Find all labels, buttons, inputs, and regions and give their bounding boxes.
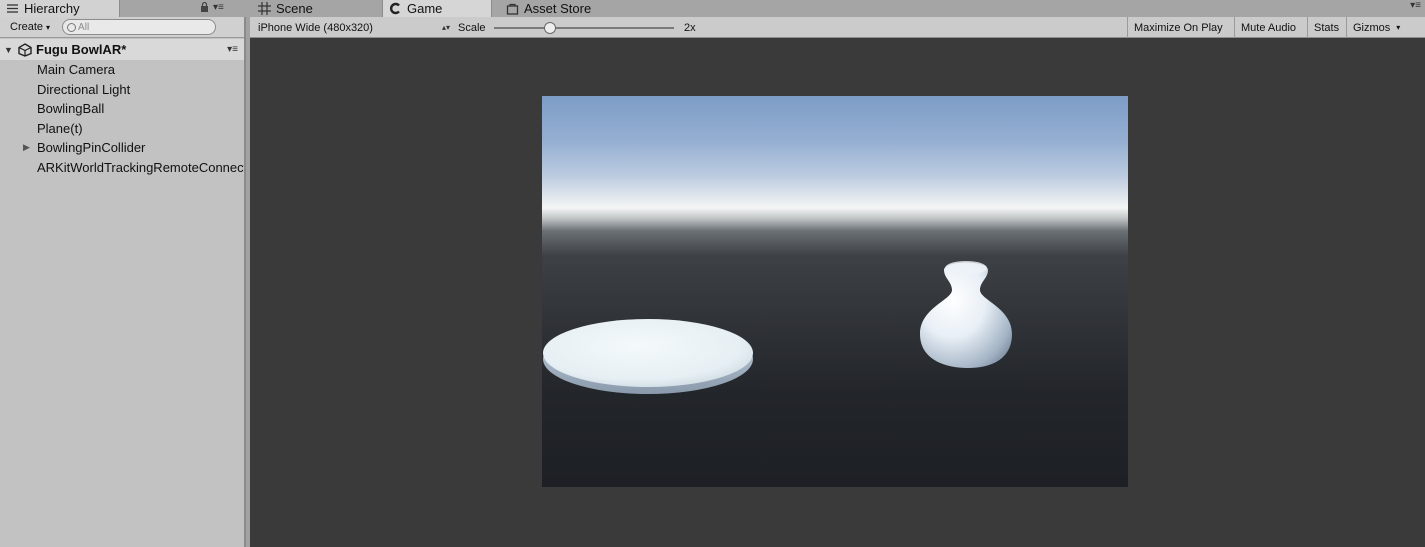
scale-value: 2x (684, 21, 696, 34)
game-viewport[interactable] (542, 96, 1128, 487)
hierarchy-toolbar: Create ▾ All (0, 17, 244, 38)
tab-asset-store-label: Asset Store (524, 1, 592, 16)
expand-arrow-icon[interactable]: ▼ (4, 45, 18, 55)
grid-icon (258, 2, 271, 15)
hierarchy-item[interactable]: Main Camera (0, 60, 244, 80)
hierarchy-item[interactable]: ▶ BowlingPinCollider (0, 138, 244, 158)
scene-root-row[interactable]: ▼ Fugu BowlAR* ▾≡ (0, 39, 244, 60)
hierarchy-item-label: Directional Light (37, 81, 131, 97)
bowling-pin-model (920, 261, 1012, 368)
resolution-dropdown[interactable]: iPhone Wide (480x320) ▴▾ (258, 17, 450, 38)
hierarchy-item[interactable]: BowlingBall (0, 99, 244, 119)
tab-asset-store[interactable]: Asset Store (500, 0, 640, 17)
maximize-on-play-button[interactable]: Maximize On Play (1127, 17, 1229, 38)
scene-name: Fugu BowlAR* (36, 42, 127, 57)
editor-tab-strip: Hierarchy ▾≡ Scene Game Asset Store ▾≡ (0, 0, 1425, 17)
hierarchy-item[interactable]: Directional Light (0, 80, 244, 100)
game-controller-icon (389, 2, 402, 15)
search-icon (67, 22, 77, 32)
hierarchy-list: ▼ Fugu BowlAR* ▾≡ Main Camera Directiona… (0, 38, 244, 177)
tab-game-label: Game (407, 1, 443, 16)
hierarchy-search-input[interactable]: All (62, 19, 217, 35)
hierarchy-item-label: Plane(t) (37, 120, 83, 136)
stats-button[interactable]: Stats (1307, 17, 1345, 38)
scene-menu-icon[interactable]: ▾≡ (227, 44, 238, 55)
hierarchy-item[interactable]: ARKitWorldTrackingRemoteConnection (0, 158, 244, 178)
gizmos-label: Gizmos (1353, 21, 1391, 34)
lock-icon[interactable] (200, 1, 209, 15)
scale-slider-thumb[interactable] (544, 22, 556, 34)
create-button-label: Create (10, 21, 44, 33)
unity-scene-icon (18, 42, 32, 57)
tab-hierarchy-label: Hierarchy (24, 1, 80, 16)
resolution-value: iPhone Wide (480x320) (258, 21, 373, 34)
gizmos-button[interactable]: Gizmos ▾ (1346, 17, 1406, 38)
bowling-ball-disc (543, 319, 753, 394)
search-placeholder: All (78, 21, 90, 33)
window-menu-icon[interactable]: ▾≡ (1410, 0, 1421, 11)
create-button[interactable]: Create ▾ (6, 20, 54, 34)
hierarchy-item-label: BowlingBall (37, 101, 105, 117)
game-view-panel: iPhone Wide (480x320) ▴▾ Scale 2x Maximi… (250, 17, 1425, 547)
hierarchy-panel: Create ▾ All ▼ Fugu BowlAR* ▾≡ Main Camer… (0, 17, 246, 547)
hierarchy-item-label: BowlingPinCollider (37, 140, 146, 156)
tab-game[interactable]: Game (382, 0, 492, 17)
hierarchy-item[interactable]: Plane(t) (0, 119, 244, 139)
up-down-arrows-icon: ▴▾ (441, 23, 450, 32)
tab-scene-label: Scene (276, 1, 313, 16)
hierarchy-item-label: Main Camera (37, 62, 116, 78)
hierarchy-item-label: ARKitWorldTrackingRemoteConnection (37, 159, 244, 175)
panel-menu-icon[interactable]: ▾≡ (213, 2, 224, 15)
tab-hierarchy[interactable]: Hierarchy (0, 0, 120, 17)
hierarchy-tab-controls: ▾≡ (200, 1, 224, 15)
scale-slider-track[interactable] (494, 27, 674, 29)
chevron-down-icon: ▾ (1396, 23, 1401, 32)
shopping-bag-icon (506, 2, 519, 15)
mute-audio-button[interactable]: Mute Audio (1234, 17, 1302, 38)
chevron-down-icon: ▾ (46, 23, 51, 32)
tab-scene[interactable]: Scene (252, 0, 370, 17)
scale-label: Scale (458, 21, 486, 34)
list-icon (6, 2, 19, 15)
game-toolbar: iPhone Wide (480x320) ▴▾ Scale 2x Maximi… (250, 17, 1425, 38)
expand-arrow-icon[interactable]: ▶ (23, 142, 30, 153)
